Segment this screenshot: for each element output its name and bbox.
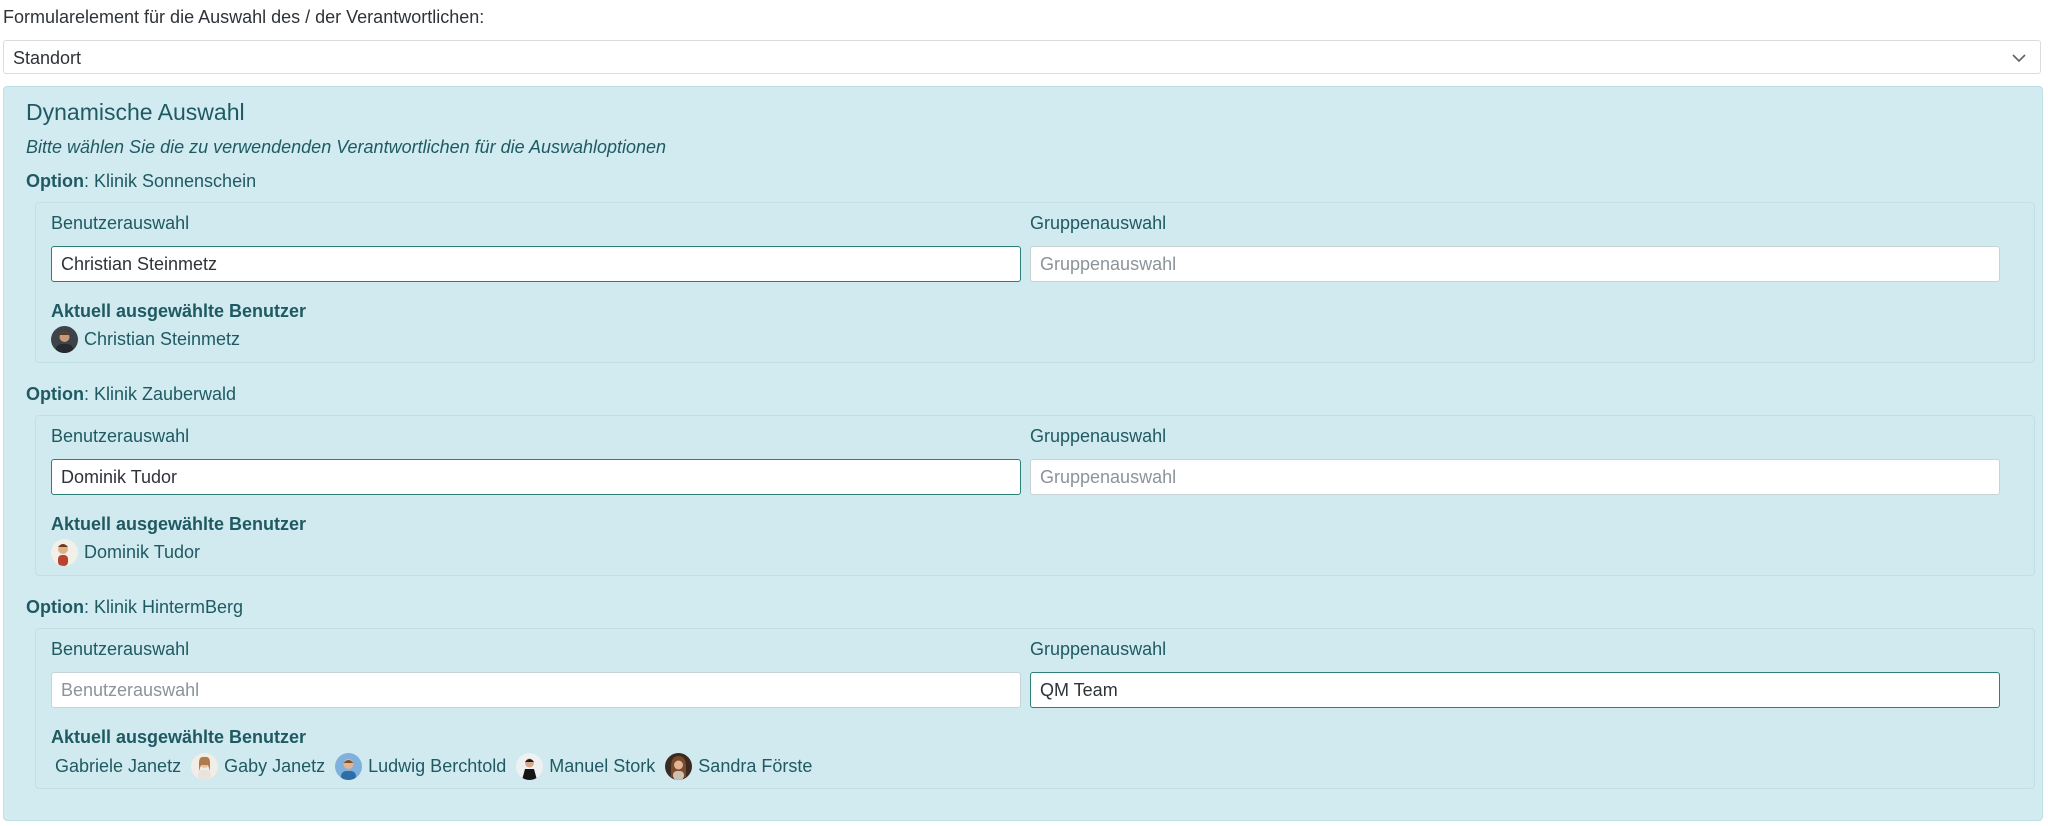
user-select-value: Dominik Tudor <box>61 467 178 487</box>
avatar <box>51 326 78 353</box>
selected-user[interactable]: Manuel Stork <box>516 753 655 780</box>
group-select-placeholder: Gruppenauswahl <box>1040 467 1177 487</box>
group-select-label: Gruppenauswahl <box>1030 426 1167 446</box>
panel-subtitle: Bitte wählen Sie die zu verwendenden Ver… <box>26 137 667 157</box>
group-select-input[interactable]: Gruppenauswahl <box>1030 246 2000 282</box>
user-select-input[interactable]: Dominik Tudor <box>51 459 1021 495</box>
selected-user[interactable]: Sandra Förste <box>665 753 812 780</box>
selected-users-list: Dominik Tudor <box>51 539 210 566</box>
avatar <box>516 753 544 780</box>
option-group: Benutzerauswahl Gruppenauswahl Benutzera… <box>35 628 2035 789</box>
avatar <box>665 753 693 780</box>
group-select-label: Gruppenauswahl <box>1030 213 1167 233</box>
location-select-value: Standort <box>13 48 82 68</box>
user-select-input[interactable]: Benutzerauswahl <box>51 672 1021 708</box>
panel-title: Dynamische Auswahl <box>26 99 245 125</box>
option-group: Benutzerauswahl Gruppenauswahl Dominik T… <box>35 415 2035 576</box>
group-select-input[interactable]: Gruppenauswahl <box>1030 459 2000 495</box>
selected-users-list: Christian Steinmetz <box>51 326 250 353</box>
selected-user-name: Ludwig Berchtold <box>368 756 507 776</box>
top-label: Formularelement für die Auswahl des / de… <box>3 7 485 27</box>
option-group: Benutzerauswahl Gruppenauswahl Christian… <box>35 202 2035 363</box>
location-select[interactable]: Standort <box>3 40 2041 74</box>
user-select-placeholder: Benutzerauswahl <box>61 680 200 700</box>
selected-users-heading: Aktuell ausgewählte Benutzer <box>51 727 307 747</box>
avatar <box>51 539 78 566</box>
avatar <box>191 753 219 780</box>
selected-users-heading: Aktuell ausgewählte Benutzer <box>51 514 307 534</box>
avatar <box>335 753 363 780</box>
user-select-input[interactable]: Christian Steinmetz <box>51 246 1021 282</box>
selected-user[interactable]: Christian Steinmetz <box>51 326 240 353</box>
option-name: : Klinik Sonnenschein <box>83 171 257 191</box>
option-prefix: Option <box>26 384 84 404</box>
group-select-input[interactable]: QM Team <box>1030 672 2000 708</box>
selected-user-name: Dominik Tudor <box>84 542 201 562</box>
option-label: Option: Klinik Sonnenschein <box>26 171 256 192</box>
group-select-value: QM Team <box>1040 680 1118 700</box>
user-select-value: Christian Steinmetz <box>61 254 218 274</box>
selected-user[interactable]: Gaby Janetz <box>191 753 325 780</box>
group-select-label: Gruppenauswahl <box>1030 639 1167 659</box>
group-select-placeholder: Gruppenauswahl <box>1040 254 1177 274</box>
option-label: Option: Klinik Zauberwald <box>26 384 236 405</box>
user-select-label: Benutzerauswahl <box>51 426 190 446</box>
chevron-down-icon <box>2012 54 2026 63</box>
option-name: : Klinik Zauberwald <box>83 384 237 404</box>
option-label: Option: Klinik HintermBerg <box>26 597 243 618</box>
option-prefix: Option <box>26 171 84 191</box>
selected-users-list: Gabriele Janetz Gaby Janetz Ludwig Berch… <box>51 753 822 780</box>
selected-user-name: Gabriele Janetz <box>55 756 182 776</box>
dynamic-selection-panel: Dynamische Auswahl Bitte wählen Sie die … <box>3 86 2043 821</box>
selected-user[interactable]: Dominik Tudor <box>51 539 200 566</box>
user-select-label: Benutzerauswahl <box>51 639 190 659</box>
selected-user-name: Manuel Stork <box>549 756 656 776</box>
option-prefix: Option <box>26 597 84 617</box>
selected-user-name: Christian Steinmetz <box>84 329 241 349</box>
selected-users-heading: Aktuell ausgewählte Benutzer <box>51 301 307 321</box>
user-select-label: Benutzerauswahl <box>51 213 190 233</box>
selected-user-name: Gaby Janetz <box>224 756 326 776</box>
selected-user[interactable]: Gabriele Janetz <box>55 756 181 777</box>
selected-user-name: Sandra Förste <box>698 756 813 776</box>
option-name: : Klinik HintermBerg <box>83 597 244 617</box>
selected-user[interactable]: Ludwig Berchtold <box>335 753 506 780</box>
